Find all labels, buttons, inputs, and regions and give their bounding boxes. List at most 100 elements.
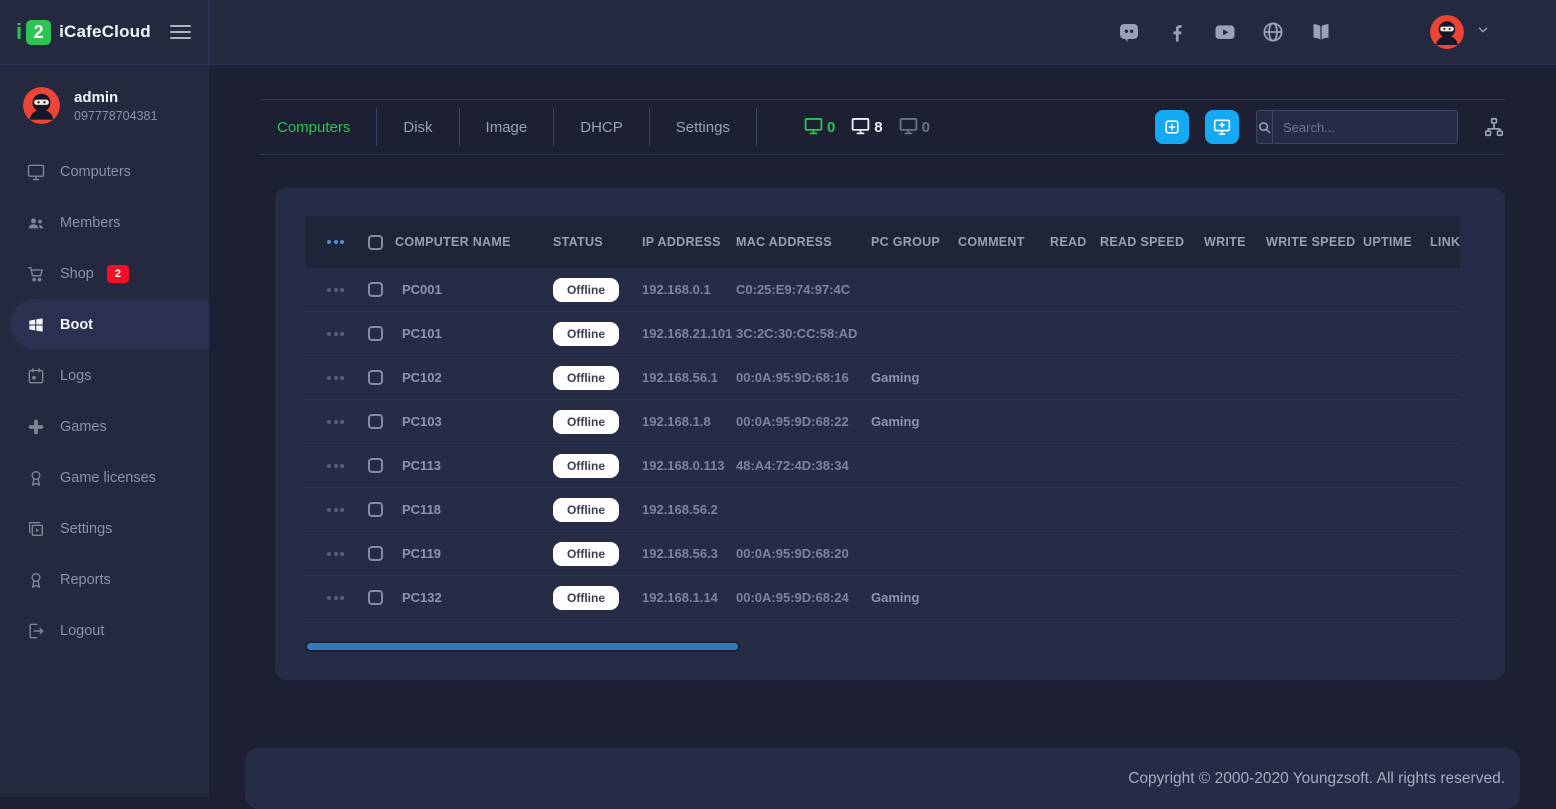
row-checkbox[interactable] (368, 414, 383, 429)
hamburger-menu-icon[interactable] (170, 21, 191, 42)
tab-bar: ComputersDiskImageDHCPSettings 080 (259, 99, 1505, 155)
ip-address: 192.168.21.101 (642, 326, 736, 341)
ip-address: 192.168.1.14 (642, 590, 736, 605)
add-computer-button[interactable] (1205, 110, 1239, 144)
column-header: STATUS (553, 235, 642, 249)
tab-disk[interactable]: Disk (377, 108, 459, 146)
sidebar-item-label: Reports (60, 572, 111, 588)
search-input[interactable] (1273, 111, 1469, 143)
tab-settings[interactable]: Settings (650, 108, 757, 146)
members-icon (25, 212, 47, 234)
brand-name: iCafeCloud (59, 22, 151, 42)
status-badge: Offline (553, 586, 619, 610)
row-actions-menu[interactable] (305, 332, 368, 336)
sidebar-item-reports[interactable]: Reports (0, 554, 209, 605)
select-all-checkbox[interactable] (368, 235, 383, 250)
column-header: READ (1050, 235, 1100, 249)
row-checkbox[interactable] (368, 370, 383, 385)
column-header: COMMENT (958, 235, 1050, 249)
tab-computers[interactable]: Computers (259, 108, 377, 146)
horizontal-scrollbar[interactable] (305, 641, 740, 652)
settings-icon (25, 518, 47, 540)
pc-group: Gaming (871, 590, 958, 605)
sidebar-item-label: Logout (60, 623, 104, 639)
column-header: COMPUTER NAME (395, 235, 553, 249)
row-actions-menu[interactable] (305, 288, 368, 292)
counter-value: 0 (827, 119, 835, 136)
tab-image[interactable]: Image (460, 108, 555, 146)
sidebar-item-logs[interactable]: Logs (0, 350, 209, 401)
status-badge: Offline (553, 454, 619, 478)
ip-address: 192.168.0.113 (642, 458, 736, 473)
sidebar-item-settings[interactable]: Settings (0, 503, 209, 554)
row-checkbox[interactable] (368, 458, 383, 473)
ip-address: 192.168.56.2 (642, 502, 736, 517)
row-checkbox[interactable] (368, 282, 383, 297)
counter-value: 0 (922, 119, 930, 136)
row-actions-menu[interactable] (305, 508, 368, 512)
row-checkbox[interactable] (368, 590, 383, 605)
status-cell: Offline (553, 410, 642, 434)
sidebar-item-label: Logs (60, 368, 91, 384)
row-actions-menu[interactable] (305, 420, 368, 424)
status-badge: Offline (553, 322, 619, 346)
row-actions-menu[interactable] (305, 596, 368, 600)
status-cell: Offline (553, 498, 642, 522)
footer-card: Copyright © 2000-2020 Youngzsoft. All ri… (245, 748, 1520, 809)
logo-mark: 2 (26, 20, 51, 45)
main-area: ComputersDiskImageDHCPSettings 080 (209, 65, 1556, 797)
sidebar-item-shop[interactable]: Shop 2 (0, 248, 209, 299)
status-cell: Offline (553, 542, 642, 566)
ip-address: 192.168.56.1 (642, 370, 736, 385)
row-checkbox[interactable] (368, 326, 383, 341)
logout-icon (25, 620, 47, 642)
row-actions-menu[interactable] (305, 552, 368, 556)
table-row: PC113Offline192.168.0.11348:A4:72:4D:38:… (305, 444, 1460, 488)
column-header: WRITE (1204, 235, 1266, 249)
row-checkbox[interactable] (368, 502, 383, 517)
network-map-icon[interactable] (1483, 116, 1505, 138)
column-header: IP ADDRESS (642, 235, 736, 249)
user-menu[interactable] (1430, 15, 1490, 49)
column-header: READ SPEED (1100, 235, 1204, 249)
youtube-icon[interactable] (1208, 15, 1242, 49)
discord-icon[interactable] (1112, 15, 1146, 49)
sidebar-item-logout[interactable]: Logout (0, 605, 209, 656)
column-header: UPTIME (1363, 235, 1430, 249)
sidebar-item-label: Shop (60, 266, 94, 282)
sidebar-item-computers[interactable]: Computers (0, 146, 209, 197)
table-row: PC132Offline192.168.1.1400:0A:95:9D:68:2… (305, 576, 1460, 620)
docs-icon[interactable] (1304, 15, 1338, 49)
add-button[interactable] (1155, 110, 1189, 144)
row-actions-menu[interactable] (305, 464, 368, 468)
table-row: PC001Offline192.168.0.1C0:25:E9:74:97:4C (305, 268, 1460, 312)
row-actions-menu[interactable] (305, 376, 368, 380)
chevron-down-icon (1476, 23, 1490, 42)
license-icon (25, 467, 47, 489)
monitor-icon (850, 115, 871, 140)
monitor-icon (803, 115, 824, 140)
computers-card: COMPUTER NAMESTATUSIP ADDRESSMAC ADDRESS… (275, 188, 1505, 680)
computer-name: PC101 (395, 326, 553, 341)
facebook-icon[interactable] (1160, 15, 1194, 49)
sidebar-item-members[interactable]: Members (0, 197, 209, 248)
globe-icon[interactable] (1256, 15, 1290, 49)
mac-address: 00:0A:95:9D:68:22 (736, 414, 871, 429)
windows-icon (25, 314, 47, 336)
sidebar-item-games[interactable]: Games (0, 401, 209, 452)
avatar (1430, 15, 1464, 49)
user-avatar (23, 87, 60, 124)
table-row: PC118Offline192.168.56.2 (305, 488, 1460, 532)
sidebar-item-label: Boot (60, 317, 93, 333)
app-logo[interactable]: i 2 iCafeCloud (16, 19, 151, 45)
shop-badge: 2 (107, 265, 129, 283)
monitor-icon (898, 115, 919, 140)
row-checkbox[interactable] (368, 546, 383, 561)
tab-dhcp[interactable]: DHCP (554, 108, 650, 146)
status-cell: Offline (553, 322, 642, 346)
computers-table: COMPUTER NAMESTATUSIP ADDRESSMAC ADDRESS… (305, 216, 1460, 620)
computer-name: PC001 (395, 282, 553, 297)
sidebar-item-boot[interactable]: Boot (10, 299, 209, 350)
sidebar-item-game-licenses[interactable]: Game licenses (0, 452, 209, 503)
header-actions-menu[interactable] (305, 240, 368, 244)
